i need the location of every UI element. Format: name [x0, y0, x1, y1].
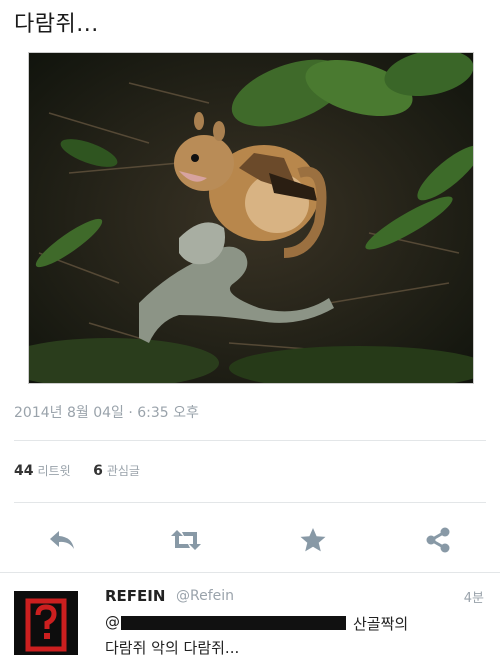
star-icon — [300, 528, 326, 552]
favorites-label: 관심글 — [106, 464, 140, 478]
retweet-icon — [171, 530, 201, 550]
divider — [14, 502, 486, 503]
reply-author-name[interactable]: REFEIN — [105, 587, 165, 605]
tweet-actions — [0, 520, 500, 560]
tweet-photo[interactable] — [28, 52, 474, 384]
tweet-stats: 44 리트윗 6 관심글 — [14, 462, 158, 479]
reply-tweet[interactable]: REFEIN @Refein 4분 @ 산골짝의 다람쥐 악의 다람쥐... — [0, 572, 500, 657]
reply-icon — [50, 531, 74, 549]
tweet-text: 다람쥐... — [14, 12, 99, 37]
favorite-button[interactable] — [293, 520, 333, 560]
mention-prefix: @ — [105, 613, 120, 631]
tweet-timestamp[interactable]: 2014년 8월 04일 · 6:35 오후 — [14, 402, 199, 422]
reply-text-tail: 산골짝의 — [353, 615, 409, 633]
reply-author-handle[interactable]: @Refein — [176, 588, 234, 604]
retweets-label: 리트윗 — [37, 464, 71, 478]
share-icon — [426, 527, 450, 553]
retweet-stat[interactable]: 44 리트윗 — [14, 463, 93, 479]
divider — [14, 440, 486, 441]
avatar[interactable] — [14, 591, 78, 655]
reply-text-line1: @ 산골짝의 — [105, 613, 485, 633]
share-button[interactable] — [418, 520, 458, 560]
redaction-bar — [121, 616, 346, 630]
question-mark-avatar-icon — [14, 591, 78, 655]
reply-time[interactable]: 4분 — [464, 587, 484, 606]
favorites-count: 6 — [93, 463, 103, 479]
retweets-count: 44 — [14, 463, 34, 479]
reply-button[interactable] — [42, 520, 82, 560]
reply-text-line2: 다람쥐 악의 다람쥐... — [105, 639, 240, 657]
favorite-stat[interactable]: 6 관심글 — [93, 463, 158, 479]
chipmunk-eating-frog-image — [29, 53, 473, 383]
retweet-button[interactable] — [166, 520, 206, 560]
